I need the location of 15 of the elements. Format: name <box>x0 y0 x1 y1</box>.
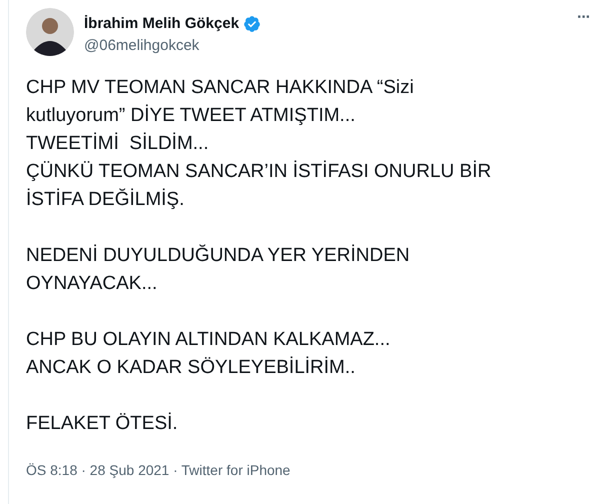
tweet-text-line: CHP MV TEOMAN SANCAR HAKKINDA “Sizi <box>26 76 415 100</box>
tweet-text-line: kutluyorum” DİYE TWEET ATMIŞTIM... <box>26 104 356 128</box>
author-handle[interactable]: @06melihgokcek <box>84 36 262 56</box>
tweet-text-line: FELAKET ÖTESİ. <box>26 412 179 436</box>
tweet-text-line: İSTİFA DEĞİLMİŞ. <box>26 188 186 212</box>
more-button[interactable]: ··· <box>577 10 590 26</box>
tweet-text-line: ANCAK O KADAR SÖYLEYEBİLİRİM.. <box>26 356 356 380</box>
tweet-text-line: TWEETİMİ SİLDİM... <box>26 132 210 156</box>
author-name[interactable]: İbrahim Melih Gökçek <box>84 13 240 36</box>
tweet-text-line: OYNAYACAK... <box>26 272 158 296</box>
tweet-timestamp[interactable]: ÖS 8:18 · 28 Şub 2021 · Twitter for iPhone <box>26 460 590 481</box>
avatar <box>26 8 74 56</box>
tweet-text-line: NEDENİ DUYULDUĞUNDA YER YERİNDEN <box>26 244 411 268</box>
tweet-text-line: ÇÜNKÜ TEOMAN SANCAR’IN İSTİFASI ONURLU BİR <box>26 160 492 184</box>
tweet-text-line: CHP BU OLAYIN ALTINDAN KALKAMAZ... <box>26 328 392 352</box>
